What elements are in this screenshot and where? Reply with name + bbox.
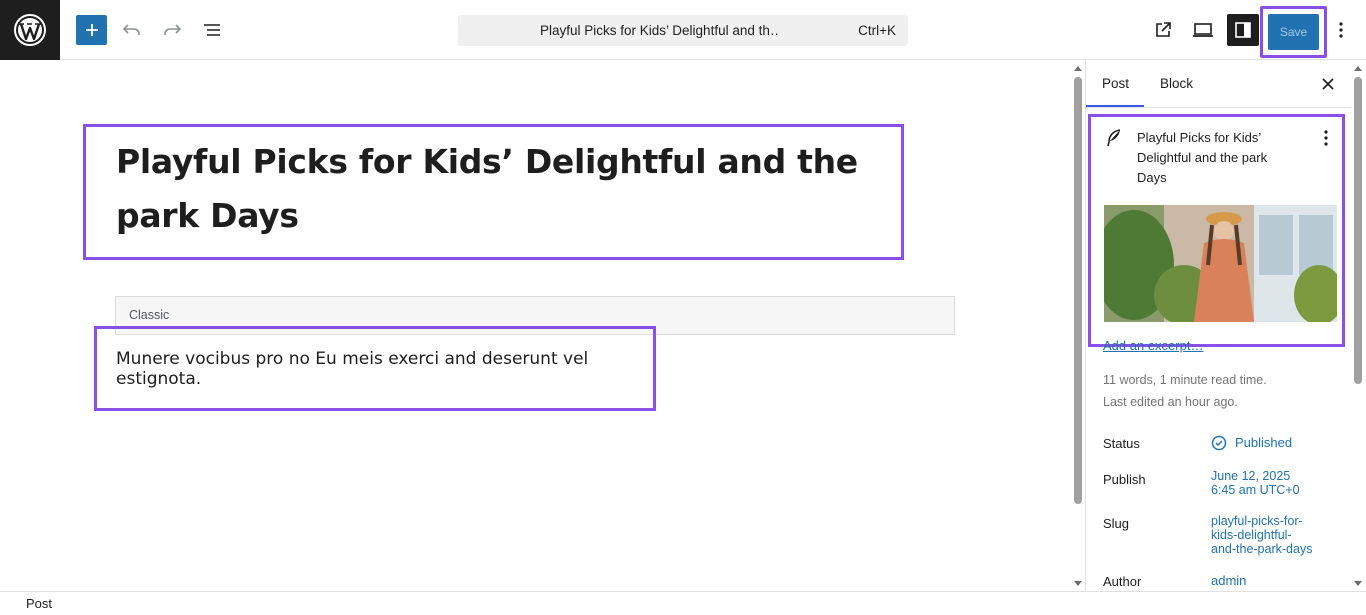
scroll-up-arrow-icon[interactable] bbox=[1354, 66, 1362, 71]
publish-date: June 12, 2025 bbox=[1211, 469, 1291, 483]
featured-image[interactable] bbox=[1104, 205, 1337, 322]
breadcrumb[interactable]: Post bbox=[26, 596, 52, 611]
post-title-block[interactable]: Playful Picks for Kids’ Delightful and t… bbox=[83, 124, 904, 260]
sidebar-scrollbar[interactable] bbox=[1351, 61, 1366, 591]
slug-line-1: playful-picks-for- bbox=[1211, 514, 1303, 528]
add-block-button[interactable] bbox=[76, 15, 107, 45]
external-link-icon bbox=[1156, 22, 1171, 37]
check-circle-icon bbox=[1211, 435, 1227, 451]
editor-scrollbar[interactable] bbox=[1071, 61, 1085, 591]
post-title[interactable]: Playful Picks for Kids’ Delightful and t… bbox=[116, 135, 896, 243]
slug-line-3: and-the-park-days bbox=[1211, 542, 1313, 556]
slug-label: Slug bbox=[1103, 516, 1130, 531]
paragraph-text[interactable]: Munere vocibus pro no Eu meis exerci and… bbox=[116, 349, 653, 389]
list-view-icon bbox=[204, 24, 220, 36]
classic-block-label: Classic bbox=[129, 308, 170, 322]
add-excerpt-link[interactable]: Add an excerpt… bbox=[1103, 338, 1203, 353]
settings-toggle-button[interactable] bbox=[1227, 14, 1259, 46]
scroll-down-arrow-icon[interactable] bbox=[1074, 581, 1082, 586]
editor-canvas: Playful Picks for Kids’ Delightful and t… bbox=[0, 61, 1070, 591]
active-tab-indicator bbox=[1086, 105, 1144, 107]
save-highlight: Save bbox=[1260, 6, 1327, 58]
scroll-up-arrow-icon[interactable] bbox=[1074, 66, 1082, 71]
view-post-button[interactable] bbox=[1149, 16, 1177, 44]
close-icon bbox=[1322, 78, 1334, 90]
sidebar-settings-icon bbox=[1235, 22, 1251, 38]
redo-button[interactable] bbox=[158, 16, 186, 44]
card-actions-button[interactable] bbox=[1318, 127, 1334, 149]
settings-sidebar: Post Block Playful Picks for Kids’ Delig… bbox=[1085, 61, 1352, 591]
document-overview-button[interactable] bbox=[198, 16, 226, 44]
scroll-down-arrow-icon[interactable] bbox=[1354, 581, 1362, 586]
card-post-title: Playful Picks for Kids’ Delightful and t… bbox=[1137, 130, 1268, 185]
author-label: Author bbox=[1103, 574, 1142, 589]
slug-line-2: kids-delightful- bbox=[1211, 528, 1292, 542]
editor-header: Playful Picks for Kids’ Delightful and t… bbox=[0, 0, 1366, 60]
author-value[interactable]: admin bbox=[1211, 574, 1246, 588]
publish-time: 6:45 am UTC+0 bbox=[1211, 483, 1300, 497]
post-summary-card: Playful Picks for Kids’ Delightful and t… bbox=[1088, 114, 1345, 347]
scrollbar-thumb[interactable] bbox=[1074, 77, 1082, 504]
status-label: Status bbox=[1103, 436, 1140, 451]
scrollbar-thumb[interactable] bbox=[1354, 77, 1362, 384]
save-button[interactable]: Save bbox=[1268, 14, 1319, 50]
desktop-preview-icon bbox=[1193, 23, 1213, 37]
redo-icon bbox=[164, 24, 182, 35]
paragraph-block[interactable]: Munere vocibus pro no Eu meis exerci and… bbox=[94, 326, 656, 411]
tab-block[interactable]: Block bbox=[1160, 76, 1193, 91]
sidebar-tabs: Post Block bbox=[1086, 61, 1352, 108]
status-value-button[interactable]: Published bbox=[1211, 435, 1292, 451]
word-count: 11 words, 1 minute read time. bbox=[1103, 373, 1267, 387]
editor-footer: Post bbox=[0, 591, 1366, 615]
more-vertical-icon bbox=[1324, 130, 1328, 146]
options-button[interactable] bbox=[1329, 16, 1353, 44]
feather-icon bbox=[1105, 128, 1123, 148]
preview-button[interactable] bbox=[1189, 16, 1217, 44]
undo-button[interactable] bbox=[118, 16, 146, 44]
tab-post[interactable]: Post bbox=[1102, 76, 1129, 91]
undo-icon bbox=[122, 24, 140, 35]
document-title: Playful Picks for Kids’ Delightful and t… bbox=[540, 23, 778, 38]
last-edited: Last edited an hour ago. bbox=[1103, 395, 1238, 409]
plus-icon bbox=[85, 24, 98, 36]
publish-date-button[interactable]: June 12, 2025 6:45 am UTC+0 bbox=[1211, 469, 1300, 497]
close-sidebar-button[interactable] bbox=[1318, 74, 1338, 94]
keyboard-shortcut: Ctrl+K bbox=[858, 23, 896, 38]
slug-button[interactable]: playful-picks-for- kids-delightful- and-… bbox=[1211, 514, 1312, 556]
wordpress-logo-icon[interactable] bbox=[0, 0, 60, 60]
status-value: Published bbox=[1235, 435, 1293, 450]
more-vertical-icon bbox=[1339, 22, 1343, 38]
command-palette-bar[interactable]: Playful Picks for Kids’ Delightful and t… bbox=[458, 15, 908, 46]
publish-label: Publish bbox=[1103, 472, 1146, 487]
